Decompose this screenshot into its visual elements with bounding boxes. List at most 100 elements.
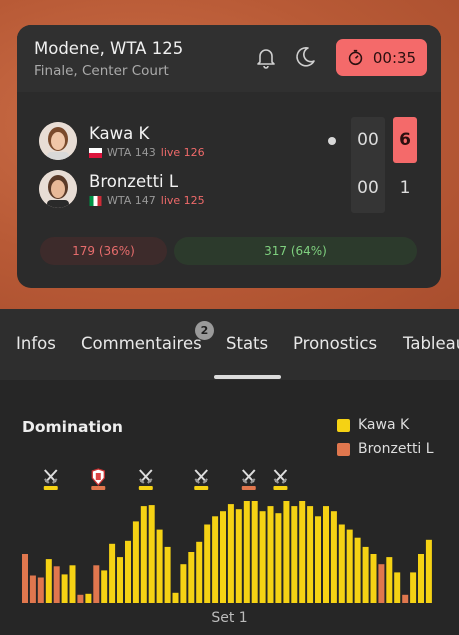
tab-stats[interactable]: Stats (226, 334, 268, 353)
legend-item-player2: Bronzetti L (337, 441, 434, 457)
chart-bar (227, 504, 234, 603)
break-swords-icon (241, 469, 256, 490)
chart-bar (85, 593, 92, 603)
chart-title: Domination (22, 418, 123, 436)
chart-bar (53, 566, 60, 603)
moon-icon[interactable] (293, 45, 317, 69)
match-timer-button[interactable]: 00:35 (336, 39, 427, 76)
chart-bar (45, 559, 52, 603)
player2-stat-pill: 317 (64%) (174, 237, 417, 265)
chart-bar (386, 557, 393, 603)
break-swords-icon (43, 469, 58, 490)
chart-bar (410, 572, 417, 603)
chart-bar (330, 511, 337, 603)
chart-bar (267, 506, 274, 603)
player-live-rank: live 126 (160, 146, 205, 159)
chart-bar (299, 501, 306, 603)
chart-bar (109, 543, 116, 603)
legend-label: Bronzetti L (358, 441, 434, 457)
chart-bar (243, 501, 250, 603)
chart-bar (196, 541, 203, 603)
player-name: Kawa K (89, 124, 150, 143)
chart-bar (425, 539, 432, 603)
tab-commentaires[interactable]: Commentaires (81, 334, 202, 353)
chart-bar (37, 577, 44, 603)
match-round: Finale, Center Court (34, 63, 169, 79)
chart-bar (101, 570, 108, 603)
player-name: Bronzetti L (89, 172, 179, 191)
bell-icon[interactable] (254, 45, 278, 69)
chart-bar (69, 565, 76, 603)
chart-bar (307, 506, 314, 603)
chart-bar (259, 511, 266, 603)
chart-bar (354, 537, 361, 603)
active-tab-indicator (214, 375, 281, 379)
legend-label: Kawa K (358, 417, 410, 433)
chart-bar (362, 546, 369, 603)
comment-count-badge: 2 (195, 321, 214, 340)
chart-bar (370, 554, 377, 603)
chart-bar (204, 524, 211, 603)
player-row-2[interactable]: Bronzetti L WTA 147 live 125 (39, 170, 399, 210)
chart-bar (140, 506, 147, 603)
stopwatch-icon (348, 49, 363, 66)
tab-infos[interactable]: Infos (16, 334, 56, 353)
chart-bar (418, 554, 424, 603)
chart-bar (394, 572, 401, 603)
chart-bar (315, 516, 321, 603)
player-row-1[interactable]: Kawa K WTA 143 live 126 (39, 122, 399, 162)
chart-bar (235, 509, 242, 603)
chart-bar (29, 575, 36, 603)
serve-indicator-icon (328, 137, 336, 145)
break-swords-icon (273, 469, 288, 490)
chart-bar (125, 540, 131, 603)
player1-points: 00 (357, 130, 379, 150)
legend-item-player1: Kawa K (337, 417, 409, 433)
chart-bar (291, 506, 298, 603)
chart-bar (156, 529, 163, 603)
chart-bar (212, 516, 219, 603)
chart-bar (148, 505, 155, 603)
legend-swatch (337, 418, 350, 432)
match-card[interactable]: Modene, WTA 125 Finale, Center Court 00:… (17, 25, 441, 288)
chart-bar (93, 565, 100, 603)
chart-bar (338, 524, 345, 603)
tab-tableau[interactable]: Tableau (403, 334, 459, 353)
player-ranking: WTA 147 live 125 (89, 194, 205, 207)
match-header: Modene, WTA 125 Finale, Center Court 00:… (17, 25, 441, 92)
break-swords-icon (194, 469, 209, 490)
player-rank: WTA 143 (107, 146, 156, 159)
domination-chart (22, 468, 432, 603)
chart-bar (346, 529, 353, 603)
chart-bar (220, 511, 226, 603)
chart-bar (117, 557, 123, 603)
avatar (39, 122, 77, 160)
chart-bar (188, 552, 195, 603)
x-axis-label: Set 1 (211, 610, 248, 626)
chart-bar (172, 592, 179, 603)
chart-bar (378, 564, 385, 603)
chart-bar (22, 554, 28, 603)
chart-bar (323, 506, 329, 603)
serve-hold-shield-icon (91, 468, 106, 490)
legend-swatch (337, 442, 350, 456)
tab-pronostics[interactable]: Pronostics (293, 334, 377, 353)
chart-bar (164, 546, 171, 603)
player2-points: 00 (357, 178, 379, 198)
chart-bar (283, 501, 290, 603)
player1-games: 6 (393, 117, 417, 163)
player-rank: WTA 147 (107, 194, 156, 207)
chart-bar (77, 594, 84, 603)
avatar (39, 170, 77, 208)
chart-bar (251, 501, 258, 603)
break-swords-icon (138, 469, 153, 490)
player-ranking: WTA 143 live 126 (89, 146, 205, 159)
poland-flag-icon (89, 147, 102, 158)
player-live-rank: live 125 (160, 194, 205, 207)
tournament-title: Modene, WTA 125 (34, 39, 184, 58)
chart-bar (275, 513, 282, 603)
player2-games: 1 (399, 178, 411, 198)
italy-flag-icon (89, 195, 102, 206)
chart-bar (132, 521, 139, 603)
chart-bar (61, 574, 68, 603)
